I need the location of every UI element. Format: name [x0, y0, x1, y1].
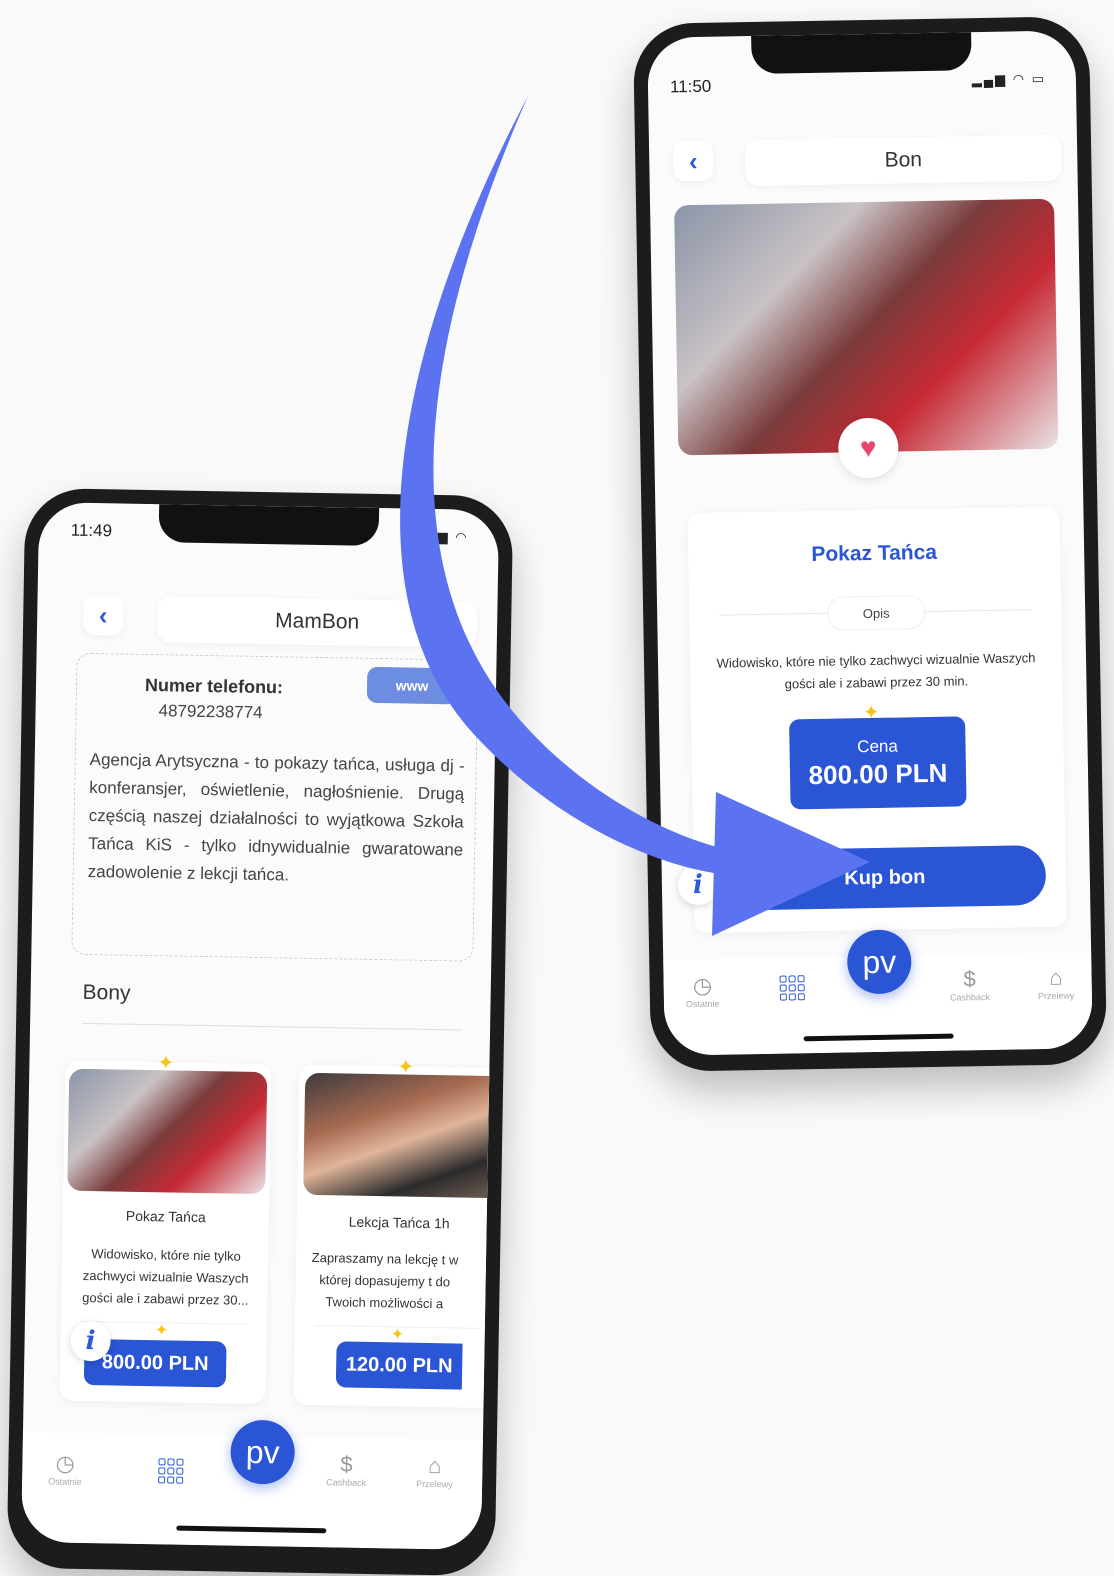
- business-info-card: Numer telefonu: 48792238774 www Agencja …: [71, 652, 479, 962]
- divider: [82, 1022, 463, 1031]
- business-description: Agencja Arytsyczna - to pokazy tańca, us…: [87, 749, 465, 885]
- grid-icon: [158, 1458, 184, 1484]
- back-button[interactable]: ‹: [82, 594, 124, 636]
- signal-wifi-battery-icon: ▂▄▆ ◠ ▭: [971, 70, 1047, 88]
- bottom-nav: ◷ Ostatnie pv $ Cashback ⌂ Przelewy: [663, 929, 1093, 1056]
- bottom-nav: ◷ Ostatnie pv $ Cashback ⌂ Przelewy: [21, 1419, 483, 1550]
- voucher-price-button[interactable]: 120.00 PLN: [335, 1341, 463, 1390]
- transfer-icon: ⌂: [427, 1453, 442, 1479]
- voucher-detail-card: Pokaz Tańca Opis Widowisko, które nie ty…: [687, 506, 1067, 934]
- page-title: MamBon: [156, 596, 478, 648]
- left-phone: 11:49 ▂▄▆ ◠ ‹ MamBon Numer telefonu: 487…: [6, 487, 514, 1576]
- nav-recent-label: Ostatnie: [685, 998, 720, 1010]
- sparkle-icon: ✦: [154, 1322, 169, 1340]
- notch: [751, 32, 972, 74]
- price-value: 800.00 PLN: [808, 757, 948, 790]
- description-tab[interactable]: Opis: [826, 595, 926, 631]
- grid-icon: [779, 975, 805, 1001]
- www-button[interactable]: www: [366, 666, 458, 705]
- voucher-card[interactable]: ✦ Lekcja Tańca 1h Zapraszamy na lekcję t…: [293, 1056, 490, 1408]
- price-label: Cena: [857, 736, 898, 756]
- favorite-button[interactable]: ♥: [837, 417, 899, 479]
- transfer-icon: ⌂: [1048, 964, 1063, 990]
- nav-transfers[interactable]: ⌂ Przelewy: [1037, 964, 1075, 1002]
- nav-cashback-label: Cashback: [949, 991, 991, 1003]
- clock-icon: ◷: [55, 1450, 76, 1476]
- voucher-name: Pokaz Tańca: [811, 540, 938, 567]
- voucher-image: [303, 1072, 490, 1198]
- pv-home-button[interactable]: pv: [846, 929, 912, 995]
- voucher-description: Widowisko, które nie tylko zachwyci wizu…: [716, 650, 1036, 692]
- voucher-image: [67, 1068, 268, 1195]
- home-indicator: [803, 1033, 954, 1042]
- back-button[interactable]: ‹: [672, 140, 714, 182]
- home-indicator: [176, 1525, 327, 1534]
- nav-transfers-label: Przelewy: [1037, 990, 1075, 1002]
- status-time: 11:49: [70, 520, 113, 541]
- heart-icon: ♥: [859, 431, 877, 464]
- money-bag-icon: $: [340, 1451, 353, 1477]
- voucher-name: Pokaz Tańca: [125, 1207, 206, 1226]
- voucher-name: Lekcja Tańca 1h: [348, 1213, 450, 1232]
- signal-wifi-icon: ▂▄▆ ◠: [414, 528, 469, 545]
- pv-home-button[interactable]: pv: [230, 1419, 296, 1485]
- phone-value[interactable]: 48792238774: [158, 701, 262, 723]
- status-time: 11:50: [669, 76, 712, 97]
- nav-transfers[interactable]: ⌂ Przelewy: [416, 1453, 453, 1490]
- nav-recent-label: Ostatnie: [48, 1476, 82, 1487]
- sparkle-icon: ✦: [397, 1056, 415, 1079]
- voucher-description: Widowisko, które nie tylko zachwyci wizu…: [82, 1246, 249, 1308]
- right-phone-screen: 11:50 ▂▄▆ ◠ ▭ ‹ Bon ♥ Pokaz Tańca Opis W…: [647, 30, 1093, 1056]
- voucher-hero-image: [674, 198, 1059, 456]
- clock-icon: ◷: [692, 972, 713, 999]
- nav-cashback[interactable]: $ Cashback: [949, 966, 991, 1003]
- buy-voucher-button[interactable]: Kup bon: [723, 844, 1047, 911]
- price-box: Cena 800.00 PLN: [789, 716, 967, 810]
- section-title-bony: Bony: [82, 980, 131, 1005]
- nav-vouchers[interactable]: [779, 975, 805, 1001]
- phone-label: Numer telefonu:: [144, 674, 284, 698]
- nav-recent[interactable]: ◷ Ostatnie: [48, 1450, 82, 1487]
- nav-transfers-label: Przelewy: [416, 1478, 453, 1490]
- right-phone: 11:50 ▂▄▆ ◠ ▭ ‹ Bon ♥ Pokaz Tańca Opis W…: [632, 16, 1108, 1072]
- left-phone-screen: 11:49 ▂▄▆ ◠ ‹ MamBon Numer telefonu: 487…: [21, 502, 500, 1550]
- nav-cashback-label: Cashback: [326, 1477, 367, 1488]
- notch: [158, 504, 380, 546]
- sparkle-icon: ✦: [157, 1052, 175, 1075]
- nav-cashback[interactable]: $ Cashback: [326, 1451, 367, 1488]
- nav-recent[interactable]: ◷ Ostatnie: [685, 972, 720, 1010]
- page-title: Bon: [744, 134, 1062, 187]
- nav-vouchers[interactable]: [158, 1458, 184, 1484]
- money-bag-icon: $: [963, 966, 976, 992]
- voucher-description: Zapraszamy na lekcję t w której dopasuje…: [311, 1249, 459, 1312]
